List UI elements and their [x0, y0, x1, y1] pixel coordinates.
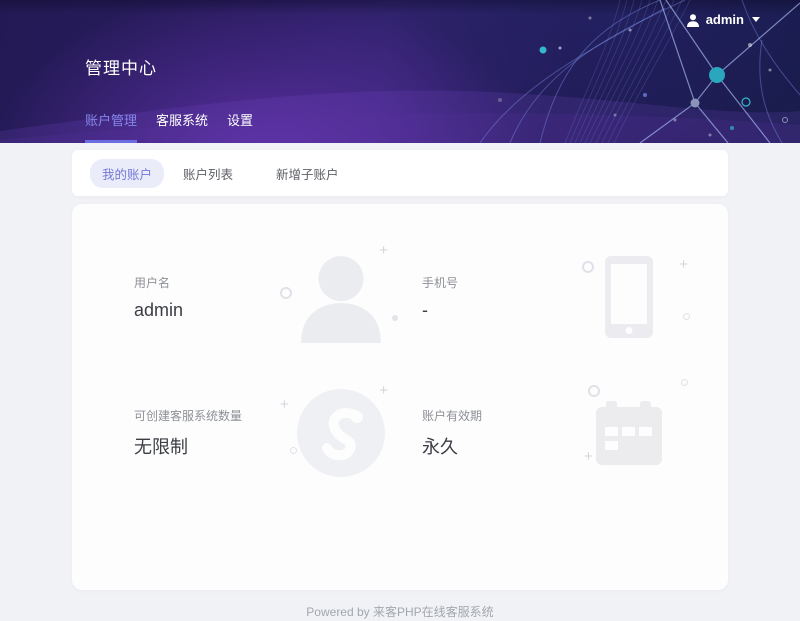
subtab-my-account[interactable]: 我的账户 [90, 159, 164, 188]
phone-label: 手机号 [422, 274, 458, 291]
account-info-panel: 用户名 admin + 手机号 - + [72, 204, 728, 590]
ring-decoration [588, 385, 600, 397]
user-icon [686, 13, 700, 27]
plus-decoration: + [379, 383, 388, 398]
dot-decoration [392, 315, 398, 321]
info-card-username: 用户名 admin + [134, 232, 410, 362]
powered-by-text: Powered by 来客PHP在线客服系统 [0, 603, 800, 620]
calendar-icon [594, 399, 664, 467]
user-name: admin [706, 12, 744, 27]
info-card-service-quota: 可创建客服系统数量 无限制 + + [134, 368, 410, 498]
service-quota-label: 可创建客服系统数量 [134, 407, 242, 424]
username-value: admin [134, 300, 183, 321]
ring-decoration [290, 447, 297, 454]
plus-decoration: + [584, 449, 593, 464]
plus-decoration: + [379, 243, 388, 258]
subtab-account-list[interactable]: 账户列表 [171, 159, 245, 188]
username-label: 用户名 [134, 274, 183, 291]
laike-logo-icon [295, 387, 387, 479]
info-card-validity: 账户有效期 永久 + [422, 368, 698, 498]
chevron-down-icon [752, 17, 760, 22]
plus-decoration: + [679, 257, 688, 272]
tab-settings[interactable]: 设置 [227, 110, 253, 143]
user-menu[interactable]: admin [686, 12, 760, 27]
header-banner: admin 管理中心 账户管理 客服系统 设置 [0, 0, 800, 143]
avatar-person-icon [295, 251, 387, 343]
main-tab-bar: 账户管理 客服系统 设置 [85, 110, 272, 143]
ring-decoration [683, 313, 690, 320]
plus-decoration: + [280, 397, 289, 412]
subtab-bar: 我的账户 账户列表 新增子账户 [72, 150, 728, 196]
phone-value: - [422, 300, 458, 321]
tab-account-management[interactable]: 账户管理 [85, 110, 137, 143]
subtab-add-subaccount[interactable]: 新增子账户 [264, 159, 351, 188]
service-quota-value: 无限制 [134, 433, 242, 459]
smartphone-icon [603, 255, 655, 339]
tab-service-system[interactable]: 客服系统 [156, 110, 208, 143]
validity-value: 永久 [422, 433, 482, 459]
ring-decoration [582, 261, 594, 273]
ring-decoration [681, 379, 688, 386]
ring-decoration [280, 287, 292, 299]
info-card-phone: 手机号 - + [422, 232, 698, 362]
validity-label: 账户有效期 [422, 407, 482, 424]
page-title: 管理中心 [85, 54, 157, 79]
